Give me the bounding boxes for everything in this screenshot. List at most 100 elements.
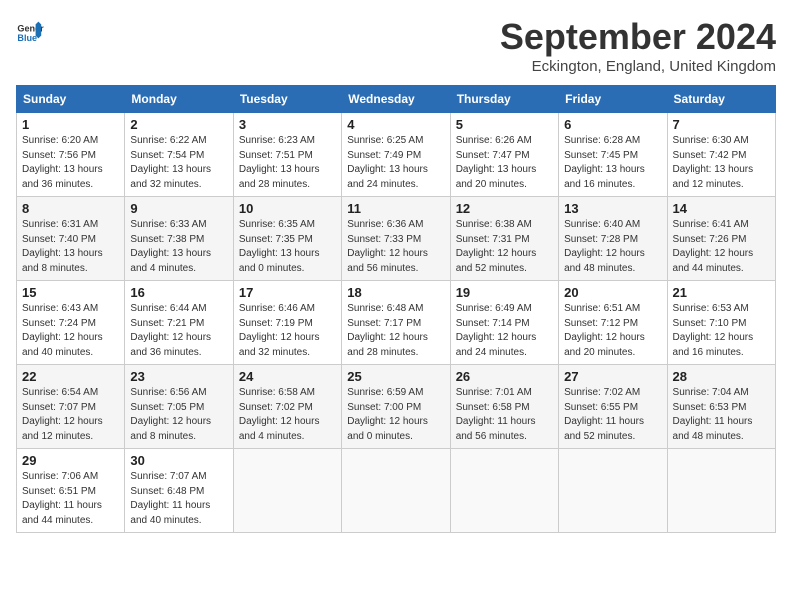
calendar-cell (233, 449, 341, 533)
day-info: Sunrise: 6:25 AMSunset: 7:49 PMDaylight:… (347, 134, 444, 192)
calendar-cell: 8Sunrise: 6:31 AMSunset: 7:40 PMDaylight… (17, 197, 125, 281)
day-number: 5 (456, 117, 553, 132)
day-number: 9 (130, 201, 227, 216)
day-info: Sunrise: 6:51 AMSunset: 7:12 PMDaylight:… (564, 302, 661, 360)
header: General Blue September 2024 Eckington, E… (16, 16, 776, 75)
day-number: 24 (239, 369, 336, 384)
calendar-cell: 26Sunrise: 7:01 AMSunset: 6:58 PMDayligh… (450, 365, 558, 449)
day-number: 10 (239, 201, 336, 216)
day-number: 13 (564, 201, 661, 216)
calendar-cell: 14 Sunrise: 6:41 AMSunset: 7:26 PMDayligh… (667, 197, 775, 281)
weekday-header-cell: Saturday (667, 86, 775, 113)
day-number: 3 (239, 117, 336, 132)
day-number: 28 (673, 369, 770, 384)
calendar-cell: 24 Sunrise: 6:58 AMSunset: 7:02 PMDayligh… (233, 365, 341, 449)
day-number: 4 (347, 117, 444, 132)
day-number: 19 (456, 285, 553, 300)
day-info: Sunrise: 7:02 AMSunset: 6:55 PMDaylight:… (564, 386, 661, 444)
calendar-row: 8Sunrise: 6:31 AMSunset: 7:40 PMDaylight… (17, 197, 776, 281)
month-title: September 2024 (500, 16, 776, 58)
day-info: Sunrise: 6:46 AMSunset: 7:19 PMDaylight:… (239, 302, 336, 360)
calendar-cell (559, 449, 667, 533)
day-info: Sunrise: 6:43 AMSunset: 7:24 PMDaylight:… (22, 302, 119, 360)
calendar-cell: 16 Sunrise: 6:44 AMSunset: 7:21 PMDayligh… (125, 281, 233, 365)
day-number: 23 (130, 369, 227, 384)
day-info: Sunrise: 7:04 AMSunset: 6:53 PMDaylight:… (673, 386, 770, 444)
day-info: Sunrise: 6:49 AMSunset: 7:14 PMDaylight:… (456, 302, 553, 360)
calendar-cell: 6 Sunrise: 6:28 AMSunset: 7:45 PMDaylight… (559, 113, 667, 197)
day-number: 18 (347, 285, 444, 300)
day-info: Sunrise: 6:40 AMSunset: 7:28 PMDaylight:… (564, 218, 661, 276)
calendar-cell: 15Sunrise: 6:43 AMSunset: 7:24 PMDayligh… (17, 281, 125, 365)
calendar-cell: 21Sunrise: 6:53 AMSunset: 7:10 PMDayligh… (667, 281, 775, 365)
day-number: 14 (673, 201, 770, 216)
day-number: 26 (456, 369, 553, 384)
day-info: Sunrise: 7:07 AMSunset: 6:48 PMDaylight:… (130, 470, 227, 528)
day-number: 1 (22, 117, 119, 132)
weekday-header-cell: Tuesday (233, 86, 341, 113)
title-area: September 2024 Eckington, England, Unite… (500, 16, 776, 75)
calendar-cell: 22 Sunrise: 6:54 AMSunset: 7:07 PMDayligh… (17, 365, 125, 449)
weekday-header-cell: Friday (559, 86, 667, 113)
weekday-header-cell: Sunday (17, 86, 125, 113)
day-info: Sunrise: 6:28 AMSunset: 7:45 PMDaylight:… (564, 134, 661, 192)
day-number: 22 (22, 369, 119, 384)
calendar-cell: 28 Sunrise: 7:04 AMSunset: 6:53 PMDayligh… (667, 365, 775, 449)
logo: General Blue (16, 16, 44, 44)
calendar-cell: 30 Sunrise: 7:07 AMSunset: 6:48 PMDayligh… (125, 449, 233, 533)
day-number: 16 (130, 285, 227, 300)
calendar-cell: 9 Sunrise: 6:33 AMSunset: 7:38 PMDaylight… (125, 197, 233, 281)
weekday-header: SundayMondayTuesdayWednesdayThursdayFrid… (17, 86, 776, 113)
day-info: Sunrise: 6:44 AMSunset: 7:21 PMDaylight:… (130, 302, 227, 360)
calendar-cell (450, 449, 558, 533)
calendar-cell (342, 449, 450, 533)
day-info: Sunrise: 6:20 AMSunset: 7:56 PMDaylight:… (22, 134, 119, 192)
day-number: 8 (22, 201, 119, 216)
day-number: 6 (564, 117, 661, 132)
calendar-cell: 20 Sunrise: 6:51 AMSunset: 7:12 PMDayligh… (559, 281, 667, 365)
day-info: Sunrise: 6:41 AMSunset: 7:26 PMDaylight:… (673, 218, 770, 276)
calendar-body: 1 Sunrise: 6:20 AMSunset: 7:56 PMDaylight… (17, 113, 776, 533)
calendar-cell: 18 Sunrise: 6:48 AMSunset: 7:17 PMDayligh… (342, 281, 450, 365)
day-info: Sunrise: 6:48 AMSunset: 7:17 PMDaylight:… (347, 302, 444, 360)
day-info: Sunrise: 6:58 AMSunset: 7:02 PMDaylight:… (239, 386, 336, 444)
day-number: 20 (564, 285, 661, 300)
calendar-cell: 13 Sunrise: 6:40 AMSunset: 7:28 PMDayligh… (559, 197, 667, 281)
weekday-header-cell: Thursday (450, 86, 558, 113)
day-info: Sunrise: 6:54 AMSunset: 7:07 PMDaylight:… (22, 386, 119, 444)
day-number: 21 (673, 285, 770, 300)
calendar-cell: 2Sunrise: 6:22 AMSunset: 7:54 PMDaylight… (125, 113, 233, 197)
calendar-cell: 4 Sunrise: 6:25 AMSunset: 7:49 PMDaylight… (342, 113, 450, 197)
calendar-row: 15Sunrise: 6:43 AMSunset: 7:24 PMDayligh… (17, 281, 776, 365)
calendar-cell: 25 Sunrise: 6:59 AMSunset: 7:00 PMDayligh… (342, 365, 450, 449)
calendar-cell: 1 Sunrise: 6:20 AMSunset: 7:56 PMDaylight… (17, 113, 125, 197)
calendar-cell: 10 Sunrise: 6:35 AMSunset: 7:35 PMDayligh… (233, 197, 341, 281)
day-number: 25 (347, 369, 444, 384)
day-info: Sunrise: 7:06 AMSunset: 6:51 PMDaylight:… (22, 470, 119, 528)
calendar-cell: 7 Sunrise: 6:30 AMSunset: 7:42 PMDaylight… (667, 113, 775, 197)
day-info: Sunrise: 6:33 AMSunset: 7:38 PMDaylight:… (130, 218, 227, 276)
calendar-cell: 17 Sunrise: 6:46 AMSunset: 7:19 PMDayligh… (233, 281, 341, 365)
calendar-cell: 5 Sunrise: 6:26 AMSunset: 7:47 PMDaylight… (450, 113, 558, 197)
day-info: Sunrise: 6:30 AMSunset: 7:42 PMDaylight:… (673, 134, 770, 192)
calendar-cell (667, 449, 775, 533)
calendar-cell: 11Sunrise: 6:36 AMSunset: 7:33 PMDayligh… (342, 197, 450, 281)
location-subtitle: Eckington, England, United Kingdom (500, 58, 776, 75)
day-number: 7 (673, 117, 770, 132)
calendar-cell: 23Sunrise: 6:56 AMSunset: 7:05 PMDayligh… (125, 365, 233, 449)
calendar-table: SundayMondayTuesdayWednesdayThursdayFrid… (16, 85, 776, 533)
calendar-row: 22 Sunrise: 6:54 AMSunset: 7:07 PMDayligh… (17, 365, 776, 449)
day-number: 17 (239, 285, 336, 300)
day-info: Sunrise: 6:23 AMSunset: 7:51 PMDaylight:… (239, 134, 336, 192)
day-info: Sunrise: 6:35 AMSunset: 7:35 PMDaylight:… (239, 218, 336, 276)
day-info: Sunrise: 6:26 AMSunset: 7:47 PMDaylight:… (456, 134, 553, 192)
calendar-cell: 27 Sunrise: 7:02 AMSunset: 6:55 PMDayligh… (559, 365, 667, 449)
day-info: Sunrise: 6:59 AMSunset: 7:00 PMDaylight:… (347, 386, 444, 444)
calendar-cell: 12Sunrise: 6:38 AMSunset: 7:31 PMDayligh… (450, 197, 558, 281)
day-number: 27 (564, 369, 661, 384)
day-number: 30 (130, 453, 227, 468)
day-number: 29 (22, 453, 119, 468)
calendar-row: 1 Sunrise: 6:20 AMSunset: 7:56 PMDaylight… (17, 113, 776, 197)
calendar-cell: 3 Sunrise: 6:23 AMSunset: 7:51 PMDaylight… (233, 113, 341, 197)
calendar-cell: 29 Sunrise: 7:06 AMSunset: 6:51 PMDayligh… (17, 449, 125, 533)
